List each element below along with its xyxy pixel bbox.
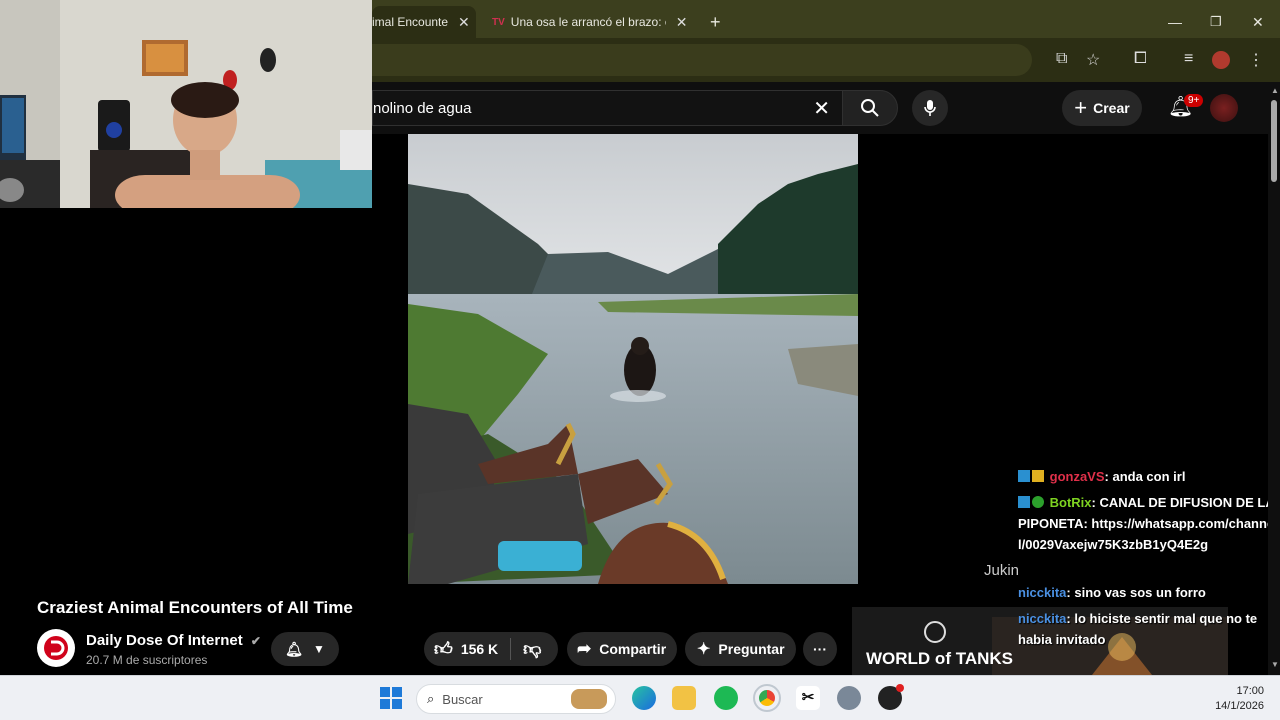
search-icon: ⌕ [427, 691, 435, 706]
file-explorer-icon[interactable] [672, 686, 696, 710]
scroll-up-icon[interactable]: ▲ [1271, 86, 1279, 95]
bell-icon: 🔔︎ [285, 640, 303, 657]
new-tab-button[interactable]: + [710, 6, 721, 38]
share-icon: ➦ [577, 639, 592, 658]
channel-name[interactable]: Daily Dose Of Internet ✔ [86, 632, 261, 649]
share-label: Compartir [599, 641, 667, 657]
ad-brand: WORLD of TANKS [866, 649, 1013, 668]
start-button[interactable] [380, 687, 402, 709]
verified-icon: ✔ [250, 634, 261, 648]
capcut-icon[interactable]: ✂ [796, 686, 820, 710]
chat-text: : sino vas sos un forro [1066, 585, 1206, 600]
create-button[interactable]: + Crear [1062, 90, 1142, 126]
chevron-down-icon: ▼ [312, 642, 325, 656]
close-icon[interactable]: ✕ [676, 14, 688, 31]
plus-icon: + [1074, 95, 1088, 120]
like-button[interactable]: 👍︎ [434, 638, 453, 660]
voice-search-button[interactable] [912, 90, 948, 126]
video-watermark: Jukin [984, 562, 1020, 579]
profile-avatar[interactable] [1212, 51, 1230, 69]
taskbar-search[interactable]: ⌕ Buscar [416, 684, 616, 714]
sparkle-icon: ✦ [697, 641, 711, 658]
dislike-button[interactable]: 👎︎ [523, 638, 541, 660]
ask-label: Preguntar [718, 641, 785, 657]
scroll-down-icon[interactable]: ▼ [1271, 660, 1279, 669]
vip-badge-icon [1018, 470, 1030, 482]
tab-strip: imal Encounte ✕ TV Una osa le arrancó el… [372, 0, 1280, 38]
verified-bot-icon [1032, 496, 1044, 508]
tab-second[interactable]: TV Una osa le arrancó el brazo: có ✕ [492, 6, 692, 38]
more-actions-button[interactable]: ··· [803, 632, 837, 666]
share-button[interactable]: ➦ Compartir [567, 632, 677, 666]
tab-current[interactable]: imal Encounte ✕ [372, 6, 476, 38]
subscriber-count: 20.7 M de suscriptores [86, 653, 208, 667]
chat-username[interactable]: gonzaVS [1050, 469, 1105, 484]
sub-badge-icon [1032, 470, 1044, 482]
spotify-icon[interactable] [714, 686, 738, 710]
clock-time: 17:00 [1236, 685, 1264, 697]
windows-taskbar: ⌕ Buscar ✂ 17:00 14/1/2026 [0, 675, 1280, 720]
search-highlight-image [571, 689, 607, 709]
taskbar-search-placeholder: Buscar [442, 691, 483, 707]
chat-message: nicckita: sino vas sos un forro [1018, 582, 1280, 603]
chat-username[interactable]: nicckita [1018, 585, 1066, 600]
chrome-icon[interactable] [753, 684, 781, 712]
ask-button[interactable]: ✦ Preguntar [685, 632, 796, 666]
tab-title: imal Encounte [372, 15, 449, 29]
vip-badge-icon [1018, 496, 1030, 508]
tank-logo-icon [924, 621, 946, 643]
notification-badge: 9+ [1184, 94, 1204, 107]
subscription-bell-button[interactable]: 🔔︎ ▼ [271, 632, 339, 666]
channel-name-text: Daily Dose Of Internet [86, 632, 243, 649]
account-avatar[interactable] [1210, 94, 1238, 122]
channel-logo-icon [44, 636, 68, 660]
chat-username[interactable]: BotRix [1050, 495, 1092, 510]
create-label: Crear [1093, 100, 1130, 116]
chat-username[interactable]: nicckita [1018, 611, 1066, 626]
extensions-icon[interactable]: ⧠ [1134, 50, 1147, 68]
search-icon [861, 99, 879, 117]
search-input[interactable]: nolino de agua ✕ [372, 90, 842, 126]
chat-message: gonzaVS: anda con irl [1018, 466, 1280, 487]
scrollbar-thumb[interactable] [1271, 100, 1277, 182]
edge-browser-icon[interactable] [632, 686, 656, 710]
chat-text: : anda con irl [1104, 469, 1186, 484]
site-favicon-icon: TV [492, 16, 505, 28]
microphone-icon [924, 100, 936, 116]
video-title: Craziest Animal Encounters of All Time [37, 598, 353, 617]
webcam-overlay [0, 0, 372, 208]
settings-gear-icon[interactable] [837, 686, 861, 710]
browser-toolbar: ⧉ ☆ ⧠ ≡ ⋮ [372, 38, 1280, 82]
system-clock[interactable]: 17:00 14/1/2026 [1180, 684, 1264, 714]
bookmark-star-icon[interactable]: ☆ [1086, 50, 1100, 70]
maximize-icon[interactable]: ❐ [1210, 6, 1222, 38]
tab-title: Una osa le arrancó el brazo: có [510, 15, 666, 29]
clock-date: 14/1/2026 [1215, 700, 1264, 712]
menu-dots-icon[interactable]: ⋮ [1248, 50, 1264, 70]
minimize-icon[interactable]: — [1168, 6, 1182, 38]
clear-search-icon[interactable]: ✕ [813, 96, 830, 121]
channel-avatar[interactable] [37, 629, 75, 667]
chat-message: BotRix: CANAL DE DIFUSION DE LA PIPONETA… [1018, 492, 1280, 555]
youtube-header: nolino de agua ✕ + Crear 🔔︎ 9+ [372, 82, 1268, 134]
like-count: 156 K [460, 641, 499, 657]
address-bar[interactable] [372, 44, 1032, 76]
search-button[interactable] [842, 90, 898, 126]
recording-dot-icon [896, 684, 904, 692]
search-value: nolino de agua [373, 99, 472, 117]
video-player[interactable] [408, 134, 858, 584]
like-dislike-group: 👍︎ 156 K 👎︎ [424, 632, 558, 666]
install-app-icon[interactable]: ⧉ [1056, 50, 1067, 68]
window-close-icon[interactable]: ✕ [1252, 6, 1264, 38]
chat-message: nicckita: lo hiciste sentir mal que no t… [1018, 608, 1280, 650]
close-icon[interactable]: ✕ [458, 14, 470, 31]
media-controls-icon[interactable]: ≡ [1184, 50, 1193, 68]
page-scrollbar[interactable]: ▲ ▼ [1268, 82, 1280, 675]
